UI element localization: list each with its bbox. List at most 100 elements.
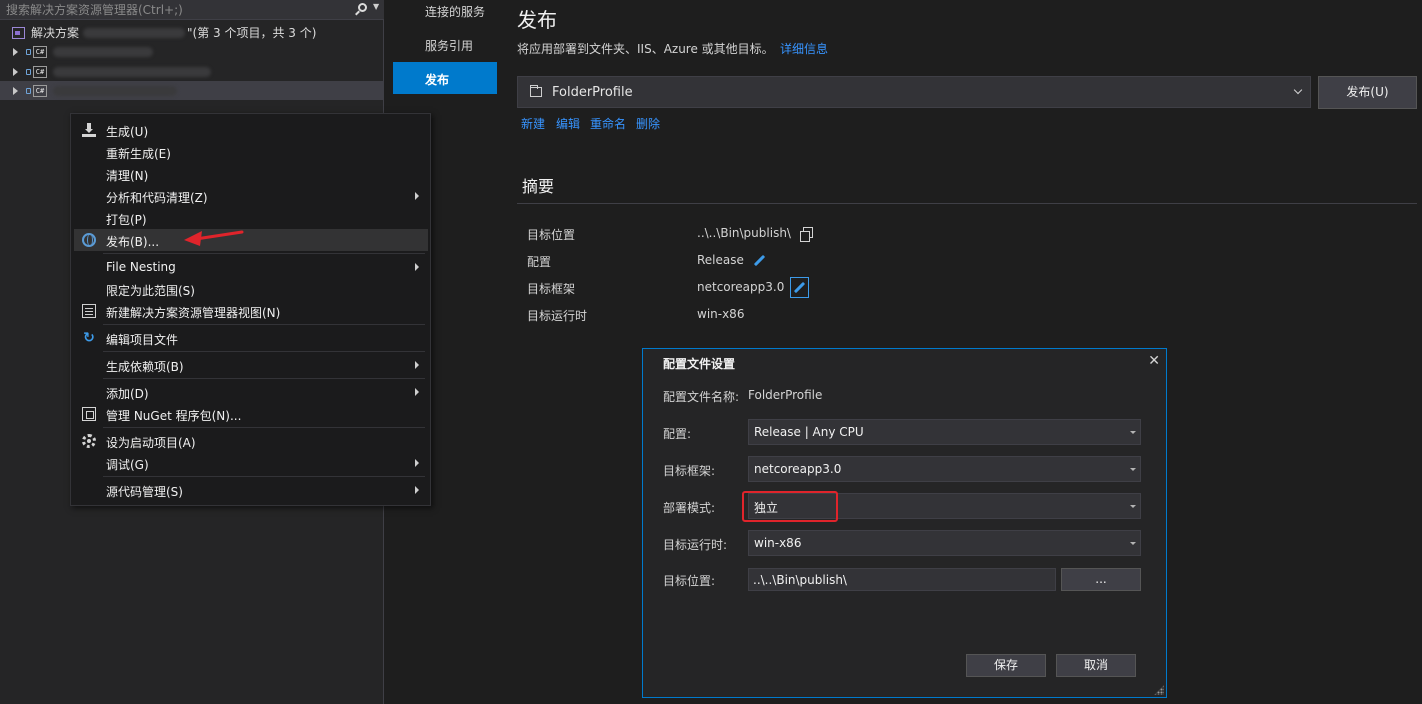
menu-item-file-nesting[interactable]: File Nesting bbox=[74, 256, 428, 278]
submenu-arrow-icon bbox=[415, 459, 419, 467]
target-framework-select[interactable]: netcoreapp3.0 bbox=[748, 456, 1141, 482]
redacted-project-name bbox=[53, 66, 211, 77]
menu-separator bbox=[103, 427, 425, 428]
copy-icon[interactable] bbox=[800, 227, 813, 242]
submenu-arrow-icon bbox=[415, 388, 419, 396]
publish-button[interactable]: 发布(U) bbox=[1318, 76, 1417, 109]
menu-item-add[interactable]: 添加(D) bbox=[74, 381, 428, 403]
red-highlight-box bbox=[742, 491, 838, 522]
csharp-project-icon: C# bbox=[33, 65, 47, 78]
profile-name-value: FolderProfile bbox=[748, 388, 823, 402]
nav-service-references[interactable]: 服务引用 bbox=[393, 28, 497, 60]
profile-name-label: 配置文件名称: bbox=[663, 390, 740, 404]
menu-item-clean[interactable]: 清理(N) bbox=[74, 163, 428, 185]
solution-project-count: "(第 3 个项目，共 3 个) bbox=[187, 26, 317, 40]
edit-icon: ↻ bbox=[83, 330, 95, 346]
publish-profile-dropdown[interactable]: FolderProfile bbox=[517, 76, 1311, 108]
menu-item-source-control[interactable]: 源代码管理(S) bbox=[74, 479, 428, 501]
nav-publish[interactable]: 发布 bbox=[393, 62, 497, 94]
globe-icon bbox=[82, 233, 96, 247]
rename-profile-link[interactable]: 重命名 bbox=[590, 115, 626, 132]
new-profile-link[interactable]: 新建 bbox=[521, 115, 545, 132]
publish-description: 将应用部署到文件夹、IIS、Azure 或其他目标。 bbox=[517, 42, 774, 56]
configuration-select[interactable]: Release | Any CPU bbox=[748, 419, 1141, 445]
solution-icon bbox=[12, 26, 25, 39]
target-location-input[interactable] bbox=[748, 568, 1056, 591]
target-runtime-select[interactable]: win-x86 bbox=[748, 530, 1141, 556]
dropdown-arrow-icon bbox=[1130, 542, 1136, 545]
expand-arrow-icon[interactable] bbox=[13, 67, 21, 76]
deployment-mode-label: 部署模式: bbox=[663, 501, 716, 515]
dropdown-arrow-icon bbox=[1130, 505, 1136, 508]
menu-item-build[interactable]: 生成(U) bbox=[74, 119, 428, 141]
submenu-arrow-icon bbox=[415, 361, 419, 369]
more-info-link[interactable]: 详细信息 bbox=[780, 40, 828, 57]
project-node[interactable]: C# bbox=[0, 42, 384, 61]
solution-label: 解决方案 bbox=[31, 26, 80, 40]
close-icon[interactable]: ✕ bbox=[1148, 353, 1160, 369]
solution-node[interactable]: 解决方案 "(第 3 个项目，共 3 个) bbox=[0, 23, 384, 42]
menu-separator bbox=[103, 476, 425, 477]
page-title: 发布 bbox=[517, 8, 557, 32]
nuget-icon bbox=[82, 407, 96, 421]
summary-label-target-location: 目标位置 bbox=[527, 228, 576, 242]
csharp-project-icon: C# bbox=[33, 45, 47, 58]
publish-left-nav: 连接的服务 服务引用 发布 bbox=[393, 0, 497, 100]
target-runtime-label: 目标运行时: bbox=[663, 538, 728, 552]
redacted-project-name bbox=[53, 46, 153, 57]
folder-icon bbox=[530, 85, 542, 97]
submenu-arrow-icon bbox=[415, 486, 419, 494]
browse-button[interactable]: ... bbox=[1061, 568, 1141, 591]
summary-label-configuration: 配置 bbox=[527, 255, 552, 269]
menu-item-edit-project-file[interactable]: ↻ 编辑项目文件 bbox=[74, 327, 428, 349]
menu-item-set-startup[interactable]: 设为启动项目(A) bbox=[74, 430, 428, 452]
menu-item-rebuild[interactable]: 重新生成(E) bbox=[74, 141, 428, 163]
expand-arrow-icon[interactable] bbox=[13, 47, 21, 56]
lock-icon bbox=[26, 48, 31, 55]
summary-value-target-framework: netcoreapp3.0 bbox=[697, 280, 785, 294]
publish-profile-name: FolderProfile bbox=[552, 85, 633, 100]
menu-separator bbox=[103, 351, 425, 352]
menu-item-publish[interactable]: 发布(B)... bbox=[74, 229, 428, 251]
menu-item-analyze[interactable]: 分析和代码清理(Z) bbox=[74, 185, 428, 207]
configuration-label: 配置: bbox=[663, 427, 692, 441]
menu-item-scope-to-this[interactable]: 限定为此范围(S) bbox=[74, 278, 428, 300]
save-button[interactable]: 保存 bbox=[966, 654, 1046, 677]
build-icon bbox=[82, 123, 96, 137]
menu-separator bbox=[103, 324, 425, 325]
lock-icon bbox=[26, 68, 31, 75]
menu-item-build-dependencies[interactable]: 生成依赖项(B) bbox=[74, 354, 428, 376]
edit-profile-link[interactable]: 编辑 bbox=[556, 115, 580, 132]
pencil-icon bbox=[793, 281, 806, 294]
summary-label-target-framework: 目标框架 bbox=[527, 282, 576, 296]
menu-item-new-explorer-view[interactable]: 新建解决方案资源管理器视图(N) bbox=[74, 300, 428, 322]
delete-profile-link[interactable]: 删除 bbox=[636, 115, 660, 132]
nav-connected-services[interactable]: 连接的服务 bbox=[393, 0, 497, 26]
project-node[interactable]: C# bbox=[0, 62, 384, 81]
cancel-button[interactable]: 取消 bbox=[1056, 654, 1136, 677]
menu-item-manage-nuget[interactable]: 管理 NuGet 程序包(N)... bbox=[74, 403, 428, 425]
project-node-selected[interactable]: C# bbox=[0, 81, 384, 100]
submenu-arrow-icon bbox=[415, 263, 419, 271]
target-location-label: 目标位置: bbox=[663, 574, 716, 588]
chevron-down-icon: ▼ bbox=[373, 2, 380, 11]
resize-grip[interactable] bbox=[1154, 685, 1164, 695]
project-context-menu: 生成(U) 重新生成(E) 清理(N) 分析和代码清理(Z) 打包(P) 发布(… bbox=[70, 113, 431, 506]
expand-arrow-icon[interactable] bbox=[13, 86, 21, 95]
menu-item-pack[interactable]: 打包(P) bbox=[74, 207, 428, 229]
dropdown-arrow-icon bbox=[1130, 431, 1136, 434]
dialog-title: 配置文件设置 bbox=[663, 357, 736, 371]
solution-explorer-search-input[interactable] bbox=[6, 2, 346, 18]
summary-heading: 摘要 bbox=[522, 177, 555, 196]
target-framework-label: 目标框架: bbox=[663, 464, 716, 478]
menu-item-debug[interactable]: 调试(G) bbox=[74, 452, 428, 474]
profile-settings-dialog: 配置文件设置 ✕ 配置文件名称: FolderProfile 配置: Relea… bbox=[642, 348, 1167, 698]
edit-framework-button[interactable] bbox=[790, 277, 809, 298]
pencil-icon[interactable] bbox=[753, 254, 766, 267]
summary-divider bbox=[517, 203, 1417, 204]
search-options-button[interactable]: ▼ bbox=[354, 1, 382, 19]
redacted-project-name bbox=[53, 85, 177, 96]
summary-value-configuration: Release bbox=[697, 253, 744, 267]
lock-icon bbox=[26, 87, 31, 94]
gear-icon bbox=[82, 434, 96, 448]
